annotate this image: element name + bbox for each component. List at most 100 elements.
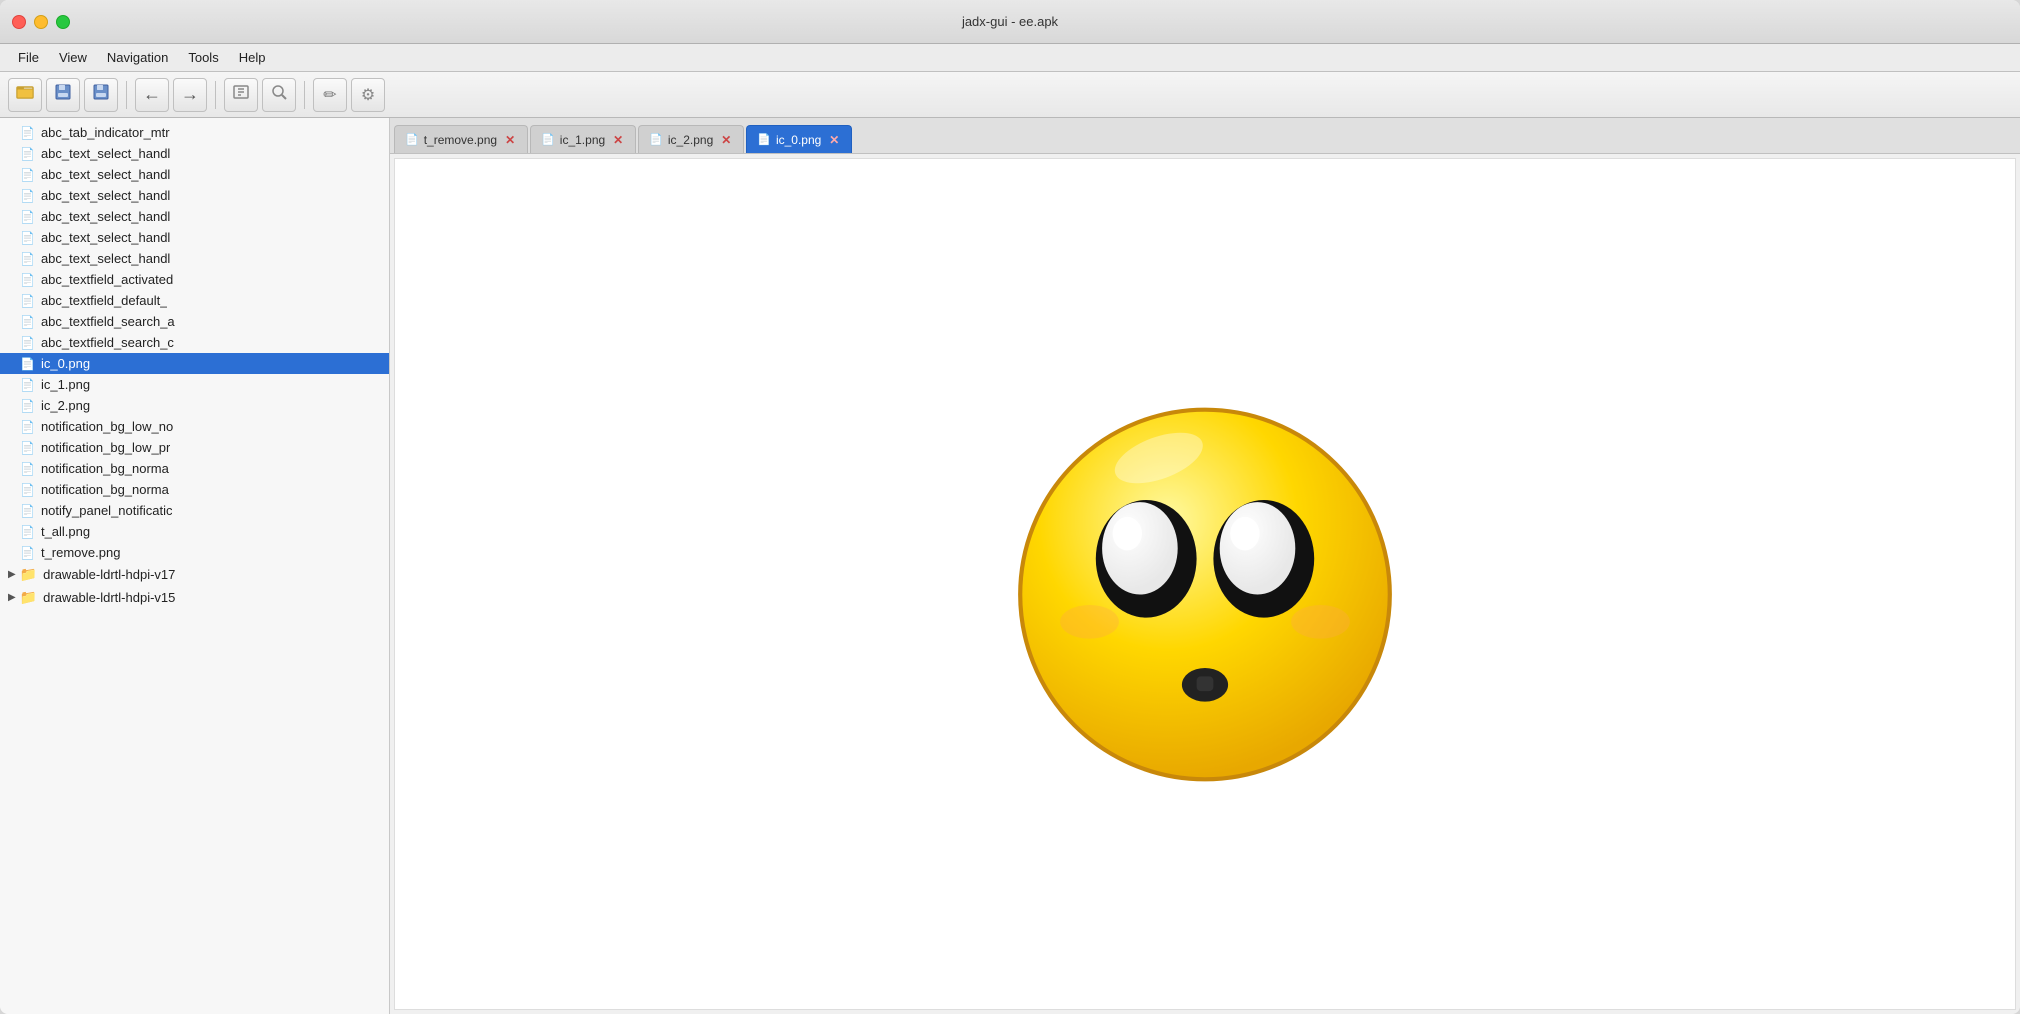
maximize-button[interactable] [56,15,70,29]
file-label: ic_1.png [41,377,90,392]
file-icon: 📄 [20,168,35,182]
file-label: notification_bg_low_no [41,419,173,434]
file-icon: 📄 [20,315,35,329]
file-icon: 📄 [20,462,35,476]
separator-1 [126,81,127,109]
find-usage-icon: ✏ [323,85,336,105]
list-item[interactable]: 📄 abc_text_select_handl [0,185,389,206]
list-item[interactable]: 📄 t_all.png [0,521,389,542]
list-item[interactable]: 📄 abc_text_select_handl [0,143,389,164]
decompile-button[interactable]: ⚙ [351,78,385,112]
open-file-icon [15,82,35,107]
file-icon: 📄 [20,357,35,371]
list-item[interactable]: 📄 abc_textfield_search_a [0,311,389,332]
file-icon: 📄 [20,483,35,497]
save-all-button[interactable] [46,78,80,112]
list-item[interactable]: 📄 notification_bg_norma [0,458,389,479]
list-item[interactable]: 📄 notification_bg_low_no [0,416,389,437]
file-label: notification_bg_norma [41,482,169,497]
find-usage-button[interactable]: ✏ [313,78,347,112]
content-area: 📄 t_remove.png ✕ 📄 ic_1.png ✕ 📄 ic_2.png… [390,118,2020,1014]
list-item[interactable]: 📄 abc_text_select_handl [0,227,389,248]
separator-2 [215,81,216,109]
file-icon: 📄 [20,420,35,434]
file-tab-icon: 📄 [405,133,419,146]
file-label: notify_panel_notificatic [41,503,173,518]
list-item[interactable]: 📄 abc_text_select_handl [0,248,389,269]
list-item[interactable]: 📄 notification_bg_low_pr [0,437,389,458]
save-all-icon [53,82,73,107]
tab-label: ic_2.png [668,133,713,147]
forward-button[interactable]: → [173,78,207,112]
chevron-right-icon: ▶ [8,592,16,603]
emoji-image [995,374,1415,794]
save-button[interactable] [84,78,118,112]
file-icon: 📄 [20,378,35,392]
back-button[interactable]: ← [135,78,169,112]
close-button[interactable] [12,15,26,29]
file-label: abc_text_select_handl [41,251,170,266]
tab-ic-1-png[interactable]: 📄 ic_1.png ✕ [530,125,636,153]
menu-file[interactable]: File [8,47,49,68]
main-window: jadx-gui - ee.apk File View Navigation T… [0,0,2020,1014]
file-icon: 📄 [20,546,35,560]
file-icon: 📄 [20,231,35,245]
file-icon: 📄 [20,525,35,539]
list-item[interactable]: 📄 abc_textfield_default_ [0,290,389,311]
list-item[interactable]: 📄 notification_bg_norma [0,479,389,500]
chevron-right-icon: ▶ [8,569,16,580]
tabs-bar: 📄 t_remove.png ✕ 📄 ic_1.png ✕ 📄 ic_2.png… [390,118,2020,154]
file-icon: 📄 [20,210,35,224]
file-label: abc_textfield_activated [41,272,173,287]
file-label: abc_text_select_handl [41,146,170,161]
folder-item-ldrtl-hdpi-v15[interactable]: ▶ 📁 drawable-ldrtl-hdpi-v15 [0,586,389,609]
file-tree-sidebar[interactable]: 📄 abc_tab_indicator_mtr 📄 abc_text_selec… [0,118,390,1014]
list-item[interactable]: 📄 abc_text_select_handl [0,164,389,185]
menu-tools[interactable]: Tools [178,47,228,68]
file-label: notification_bg_low_pr [41,440,170,455]
folder-icon: 📁 [20,589,37,606]
folder-label: drawable-ldrtl-hdpi-v15 [43,590,175,605]
folder-icon: 📁 [20,566,37,583]
minimize-button[interactable] [34,15,48,29]
list-item[interactable]: 📄 t_remove.png [0,542,389,563]
tab-close-button[interactable]: ✕ [719,133,733,147]
tab-ic-2-png[interactable]: 📄 ic_2.png ✕ [638,125,744,153]
menu-navigation[interactable]: Navigation [97,47,178,68]
file-label: abc_textfield_search_c [41,335,174,350]
list-item[interactable]: 📄 notify_panel_notificatic [0,500,389,521]
open-file-button[interactable] [8,78,42,112]
file-label: abc_text_select_handl [41,230,170,245]
tab-ic-0-png-active[interactable]: 📄 ic_0.png ✕ [746,125,852,153]
file-icon: 📄 [20,504,35,518]
search-button[interactable] [262,78,296,112]
tab-close-active-button[interactable]: ✕ [827,133,841,147]
file-icon: 📄 [20,147,35,161]
goto-button[interactable] [224,78,258,112]
forward-icon: → [181,84,199,105]
file-label: t_remove.png [41,545,121,560]
menu-help[interactable]: Help [229,47,276,68]
tab-close-button[interactable]: ✕ [503,133,517,147]
separator-3 [304,81,305,109]
list-item[interactable]: 📄 abc_text_select_handl [0,206,389,227]
file-label: abc_textfield_search_a [41,314,175,329]
file-icon: 📄 [20,252,35,266]
list-item[interactable]: 📄 abc_textfield_search_c [0,332,389,353]
tab-close-button[interactable]: ✕ [611,133,625,147]
file-tab-icon: 📄 [541,133,555,146]
list-item[interactable]: 📄 ic_1.png [0,374,389,395]
main-area: 📄 abc_tab_indicator_mtr 📄 abc_text_selec… [0,118,2020,1014]
window-controls [12,15,70,29]
list-item-selected[interactable]: 📄 ic_0.png [0,353,389,374]
list-item[interactable]: 📄 abc_tab_indicator_mtr [0,122,389,143]
tab-t-remove-png[interactable]: 📄 t_remove.png ✕ [394,125,528,153]
decompile-icon: ⚙ [361,85,375,105]
menu-view[interactable]: View [49,47,97,68]
folder-item-ldrtl-hdpi-v17[interactable]: ▶ 📁 drawable-ldrtl-hdpi-v17 [0,563,389,586]
search-icon [269,82,289,107]
list-item[interactable]: 📄 ic_2.png [0,395,389,416]
file-tab-icon: 📄 [757,133,771,146]
file-label: ic_2.png [41,398,90,413]
list-item[interactable]: 📄 abc_textfield_activated [0,269,389,290]
